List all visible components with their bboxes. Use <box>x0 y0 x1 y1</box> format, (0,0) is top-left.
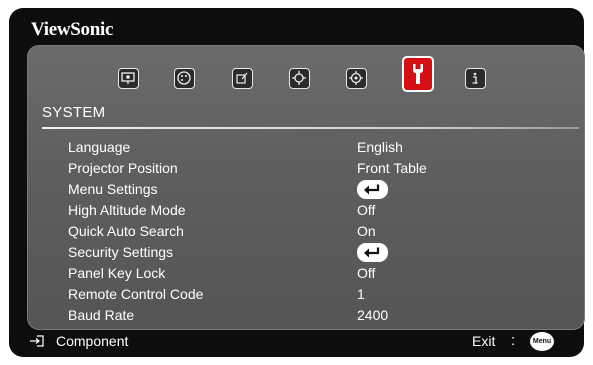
enter-button[interactable] <box>357 180 388 199</box>
current-source-label: Component <box>56 333 129 349</box>
setting-label: Quick Auto Search <box>68 223 184 239</box>
enter-arrow-icon <box>364 184 380 195</box>
tab-picture[interactable] <box>174 68 195 89</box>
setting-label: Panel Key Lock <box>68 265 166 281</box>
setting-label: Security Settings <box>68 244 174 260</box>
exit-label: Exit <box>472 333 496 349</box>
tab-source[interactable] <box>232 68 253 89</box>
information-icon <box>472 72 478 84</box>
setting-value: 1 <box>357 286 365 302</box>
settings-list: Language English Projector Position Fron… <box>68 137 568 326</box>
tab-system[interactable] <box>402 56 434 92</box>
setting-label: Projector Position <box>68 160 178 176</box>
setting-row-remote-control-code[interactable]: Remote Control Code 1 <box>68 284 568 305</box>
setting-row-high-altitude-mode[interactable]: High Altitude Mode Off <box>68 200 568 221</box>
osd-frame: ViewSonic SYSTEM Language English Projec… <box>9 8 585 357</box>
tab-information[interactable] <box>465 68 486 89</box>
setting-value: Front Table <box>357 160 427 176</box>
advanced-icon <box>349 71 363 85</box>
enter-arrow-icon <box>364 247 380 258</box>
system-wrench-icon <box>413 64 423 84</box>
setting-value: On <box>357 223 376 239</box>
picture-icon <box>177 71 191 85</box>
section-divider <box>42 127 579 129</box>
tab-advanced[interactable] <box>346 68 367 89</box>
setting-row-projector-position[interactable]: Projector Position Front Table <box>68 158 568 179</box>
setting-value: English <box>357 139 403 155</box>
section-title: SYSTEM <box>42 104 106 121</box>
menu-tabs <box>28 46 584 106</box>
exit-separator: : <box>511 332 516 349</box>
setting-row-menu-settings[interactable]: Menu Settings <box>68 179 568 200</box>
osd-panel: SYSTEM Language English Projector Positi… <box>27 45 585 330</box>
setting-label: Menu Settings <box>68 181 158 197</box>
setting-value: 2400 <box>357 307 389 323</box>
menu-button[interactable]: Menu <box>530 332 554 351</box>
tab-display[interactable] <box>118 68 139 89</box>
setting-icon <box>292 71 306 85</box>
setting-row-quick-auto-search[interactable]: Quick Auto Search On <box>68 221 568 242</box>
setting-row-panel-key-lock[interactable]: Panel Key Lock Off <box>68 263 568 284</box>
setting-row-language[interactable]: Language English <box>68 137 568 158</box>
setting-row-security-settings[interactable]: Security Settings <box>68 242 568 263</box>
setting-label: Language <box>68 139 131 155</box>
setting-label: Remote Control Code <box>68 286 204 302</box>
source-icon <box>236 72 248 84</box>
source-input-icon <box>30 335 44 347</box>
setting-label: Baud Rate <box>68 307 135 323</box>
setting-value: Off <box>357 202 376 218</box>
tab-setting[interactable] <box>289 68 310 89</box>
osd-footer: Component Exit : Menu <box>0 330 593 354</box>
setting-row-baud-rate[interactable]: Baud Rate 2400 <box>68 305 568 326</box>
brand-logo: ViewSonic <box>31 19 114 40</box>
enter-button[interactable] <box>357 243 388 262</box>
display-icon <box>121 72 135 84</box>
setting-value: Off <box>357 265 376 281</box>
setting-label: High Altitude Mode <box>68 202 186 218</box>
